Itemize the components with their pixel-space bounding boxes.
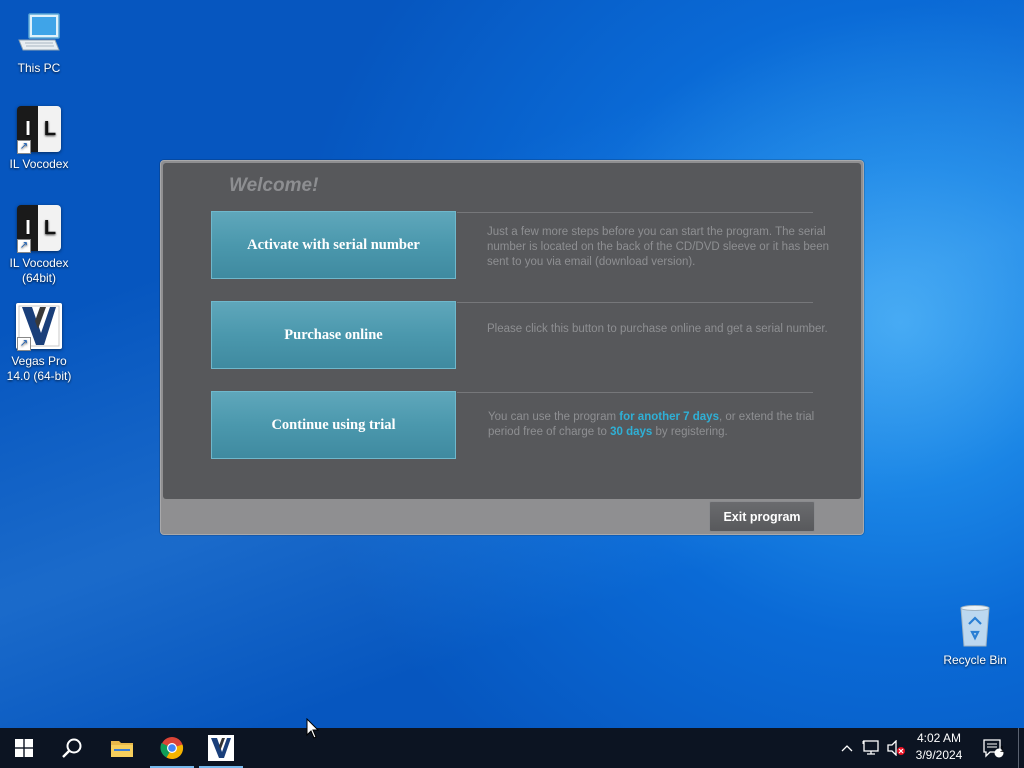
clock-time: 4:02 AM <box>916 731 962 745</box>
network-tray-button[interactable] <box>860 728 882 768</box>
search-button[interactable] <box>48 728 96 768</box>
desktop-icon-recycle-bin[interactable]: Recycle Bin <box>937 602 1013 668</box>
show-desktop-button[interactable] <box>1018 728 1024 768</box>
recycle-bin-icon <box>951 602 999 650</box>
purchase-online-button[interactable]: Purchase online <box>211 301 456 369</box>
start-button[interactable] <box>0 728 48 768</box>
vegas-pro-icon <box>208 735 234 761</box>
volume-muted-icon <box>887 740 905 756</box>
computer-icon <box>15 10 63 58</box>
taskbar-chrome[interactable] <box>148 728 196 768</box>
notification-badge: 1 <box>999 745 1005 754</box>
divider <box>457 392 813 393</box>
chevron-up-icon <box>841 745 853 752</box>
desktop-icon-il-vocodex-64bit[interactable]: IL ↗ IL Vocodex (64bit) <box>1 205 77 286</box>
taskbar-vegas-pro[interactable] <box>197 728 245 768</box>
extended-days-highlight: 30 days <box>610 426 653 438</box>
mouse-cursor-icon <box>306 718 320 739</box>
desktop-icon-this-pc[interactable]: This PC <box>1 10 77 76</box>
divider <box>457 302 813 303</box>
activation-dialog: Welcome! Activate with serial number Jus… <box>160 160 864 535</box>
il-vocodex-icon: IL ↗ <box>15 205 63 253</box>
chrome-icon <box>160 737 184 760</box>
welcome-heading: Welcome! <box>229 175 319 196</box>
trial-description: You can use the program for another 7 da… <box>488 410 838 440</box>
trial-text: You can use the program <box>488 411 620 423</box>
activate-serial-button[interactable]: Activate with serial number <box>211 211 456 279</box>
shortcut-arrow-icon: ↗ <box>17 239 31 253</box>
dialog-content-panel: Welcome! Activate with serial number Jus… <box>163 163 861 499</box>
trial-text: by registering. <box>652 426 728 438</box>
purchase-description: Please click this button to purchase onl… <box>487 323 828 335</box>
desktop-icon-vegas-pro[interactable]: ↗ Vegas Pro 14.0 (64-bit) <box>1 303 77 384</box>
search-icon <box>62 738 82 758</box>
file-explorer-icon <box>111 741 133 757</box>
il-vocodex-icon: IL ↗ <box>15 106 63 154</box>
taskbar: 4:02 AM 3/9/2024 1 <box>0 728 1024 768</box>
continue-trial-button[interactable]: Continue using trial <box>211 391 456 459</box>
exit-program-button[interactable]: Exit program <box>709 501 815 532</box>
desktop-icon-label: IL Vocodex <box>9 157 69 171</box>
activate-description: Just a few more steps before you can sta… <box>487 226 829 268</box>
windows-start-icon <box>15 739 33 757</box>
show-hidden-icons-button[interactable] <box>838 728 856 768</box>
divider <box>457 212 813 213</box>
taskbar-file-explorer[interactable] <box>98 728 146 768</box>
network-icon <box>862 740 879 755</box>
shortcut-arrow-icon: ↗ <box>17 140 31 154</box>
taskbar-clock[interactable]: 4:02 AM 3/9/2024 <box>906 730 972 766</box>
vegas-pro-icon: ↗ <box>15 303 63 351</box>
action-center-button[interactable]: 1 <box>980 728 1006 768</box>
trial-days-highlight: for another 7 days <box>619 411 719 423</box>
shortcut-arrow-icon: ↗ <box>17 337 31 351</box>
desktop-icon-label: IL Vocodex (64bit) <box>9 256 69 285</box>
clock-date: 3/9/2024 <box>915 748 963 762</box>
desktop-icon-label: This PC <box>17 61 61 75</box>
desktop-icon-label: Vegas Pro 14.0 (64-bit) <box>6 354 72 383</box>
desktop-icon-label: Recycle Bin <box>943 653 1007 667</box>
volume-tray-button[interactable] <box>884 728 908 768</box>
desktop-icon-il-vocodex[interactable]: IL ↗ IL Vocodex <box>1 106 77 172</box>
